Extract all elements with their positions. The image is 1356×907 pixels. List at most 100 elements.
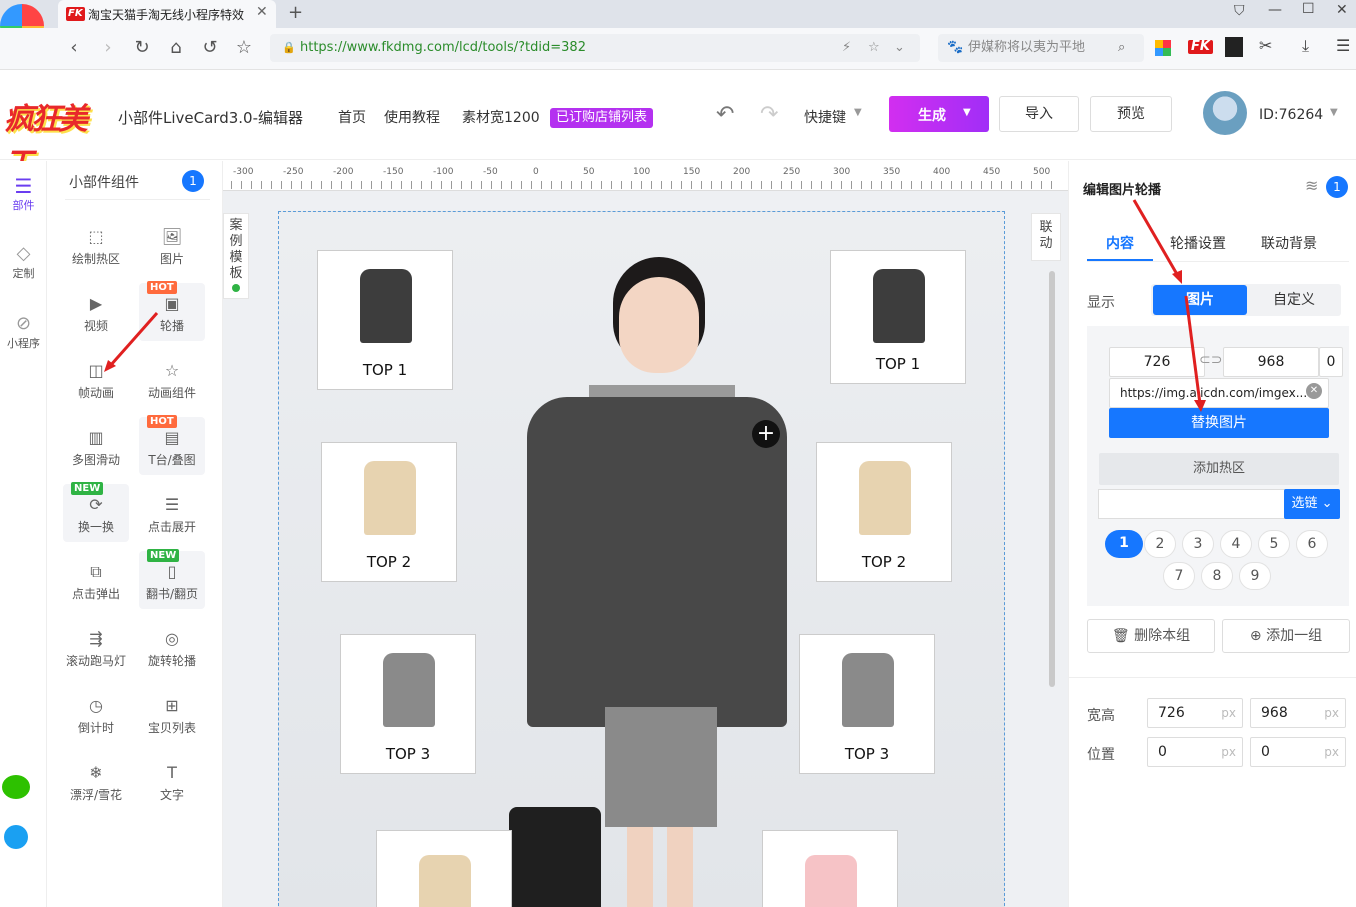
shirt-icon[interactable]: ⛉ — [1234, 3, 1245, 19]
reload-icon[interactable]: ↻ — [130, 36, 154, 60]
component-video[interactable]: ▶ 视频 — [63, 283, 129, 341]
position-y-input[interactable]: 0 px — [1250, 737, 1346, 767]
bookmark-icon[interactable]: ☆ — [232, 36, 256, 60]
shop-list-button[interactable]: 已订购店铺列表 — [550, 108, 654, 128]
product-card[interactable]: TOP 1 — [317, 250, 453, 390]
component-hotspot[interactable]: ⬚ 绘制热区 — [63, 216, 129, 274]
position-x-input[interactable]: 0 px — [1147, 737, 1243, 767]
product-card[interactable]: TOP 1 — [830, 250, 966, 384]
search-icon[interactable]: ⌕ — [1118, 34, 1125, 62]
group-page-button[interactable]: 4 — [1220, 530, 1252, 558]
browser-search-input[interactable]: 🐾 伊媒称将以夷为平地 ⌕ — [938, 34, 1144, 62]
avatar[interactable] — [1203, 91, 1247, 135]
flash-icon[interactable]: ⚡ — [842, 34, 851, 62]
add-hotspot-button[interactable]: 添加热区 — [1099, 453, 1339, 485]
shortcut-menu[interactable]: 快捷键 — [804, 107, 846, 127]
new-tab-icon[interactable]: + — [288, 2, 303, 23]
product-card[interactable]: TOP 3 — [340, 634, 476, 774]
case-template-tab[interactable]: 案 例 模 板 — [223, 213, 249, 299]
redo-action-icon[interactable]: ↷ — [760, 102, 778, 127]
component-expand[interactable]: ☰ 点击展开 — [139, 484, 205, 542]
scissors-icon[interactable]: ✂ — [1259, 36, 1272, 55]
size-width-input[interactable]: 726 px — [1147, 698, 1243, 728]
component-clock[interactable]: ◷ 倒计时 — [63, 685, 129, 743]
chevron-down-icon[interactable]: ⌄ — [894, 34, 905, 62]
group-page-button[interactable]: 1 — [1105, 530, 1143, 558]
rail-item-custom[interactable]: ◇ 定制 — [0, 243, 47, 281]
product-card[interactable] — [376, 830, 512, 907]
tab-linkage-background[interactable]: 联动背景 — [1261, 233, 1317, 253]
design-stage[interactable]: + TOP 1 TOP 1 TOP 2 TOP 2 TOP 3 TOP 3 — [278, 211, 1005, 907]
component-star[interactable]: ☆ 动画组件 — [139, 350, 205, 408]
rail-item-miniprogram[interactable]: ⊘ 小程序 — [0, 313, 47, 351]
display-custom-option[interactable]: 自定义 — [1247, 285, 1341, 315]
undo-action-icon[interactable]: ↶ — [716, 102, 734, 127]
product-card[interactable]: TOP 3 — [799, 634, 935, 774]
generate-button[interactable]: 生成 ▼ — [889, 96, 989, 132]
site-logo[interactable]: 疯狂美工 — [4, 92, 108, 181]
select-link-button[interactable]: 选链 ⌄ — [1284, 489, 1340, 519]
size-height-input[interactable]: 968 px — [1250, 698, 1346, 728]
component-image[interactable]: 🖼 图片 — [139, 216, 205, 274]
add-element-icon[interactable]: + — [752, 420, 780, 448]
browser-tab[interactable]: FK 淘宝天猫手淘无线小程序特效 ✕ — [58, 0, 276, 28]
back-icon[interactable]: ‹ — [62, 36, 86, 60]
component-grid[interactable]: ⊞ 宝贝列表 — [139, 685, 205, 743]
image-width-input[interactable]: 726 — [1109, 347, 1205, 377]
component-slide[interactable]: ▥ 多图滑动 — [63, 417, 129, 475]
download-icon[interactable]: ⤓ — [1302, 36, 1309, 56]
import-button[interactable]: 导入 — [999, 96, 1079, 132]
windows-icon[interactable] — [1155, 40, 1171, 56]
group-page-button[interactable]: 5 — [1258, 530, 1290, 558]
wechat-icon[interactable] — [2, 775, 30, 799]
component-gif[interactable]: ◫ 帧动画 — [63, 350, 129, 408]
product-card[interactable] — [762, 830, 898, 907]
component-refresh[interactable]: ⟳ 换一换 NEW — [63, 482, 129, 542]
user-chevron-icon[interactable]: ▼ — [1330, 107, 1338, 118]
undo-icon[interactable]: ↺ — [198, 36, 222, 60]
image-url-input[interactable]: https://img.alicdn.com/imgex... — [1109, 378, 1329, 408]
window-close-icon[interactable]: ✕ — [1336, 2, 1348, 18]
minimize-icon[interactable]: — — [1268, 2, 1282, 18]
group-page-button[interactable]: 7 — [1163, 562, 1195, 590]
preview-button[interactable]: 预览 — [1090, 96, 1172, 132]
menu-icon[interactable]: ☰ — [1336, 36, 1350, 55]
component-snowflake[interactable]: ❄ 漂浮/雪花 — [63, 752, 129, 810]
linkage-tab[interactable]: 联 动 — [1031, 213, 1061, 261]
image-extra-input[interactable]: 0 — [1319, 347, 1343, 377]
clear-url-icon[interactable]: ✕ — [1306, 383, 1322, 399]
component-popup[interactable]: ⧉ 点击弹出 — [63, 551, 129, 609]
layers-stack-icon[interactable]: ≋ — [1305, 176, 1318, 195]
qq-icon[interactable] — [4, 825, 28, 849]
home-icon[interactable]: ⌂ — [164, 36, 188, 60]
link-input[interactable] — [1098, 489, 1286, 519]
replace-image-button[interactable]: 替换图片 — [1109, 408, 1329, 438]
image-height-input[interactable]: 968 — [1223, 347, 1319, 377]
tab-carousel-settings[interactable]: 轮播设置 — [1170, 233, 1226, 253]
tab-content[interactable]: 内容 — [1106, 233, 1134, 253]
component-marquee[interactable]: ⇶ 滚动跑马灯 — [63, 618, 129, 676]
component-stack[interactable]: ▤ T台/叠图 HOT — [139, 415, 205, 475]
forward-icon[interactable]: › — [96, 36, 120, 60]
group-page-button[interactable]: 8 — [1201, 562, 1233, 590]
product-card[interactable]: TOP 2 — [816, 442, 952, 582]
maximize-icon[interactable]: ☐ — [1302, 1, 1315, 17]
component-carousel[interactable]: ▣ 轮播 HOT — [139, 281, 205, 341]
component-text[interactable]: T 文字 — [139, 752, 205, 810]
group-page-button[interactable]: 9 — [1239, 562, 1271, 590]
editor-canvas[interactable]: -300 -250 -200 -150 -100 -50 0 50 100 150 200 250 30… — [223, 161, 1068, 907]
nav-material-width[interactable]: 素材宽1200 — [462, 107, 540, 127]
url-input[interactable]: 🔒 https://www.fkdmg.com/lcd/tools/?tdid=… — [270, 34, 920, 62]
group-page-button[interactable]: 2 — [1144, 530, 1176, 558]
fk-ext-icon[interactable]: FK — [1188, 40, 1213, 54]
link-ratio-icon[interactable]: ⊂⊃ — [1199, 352, 1222, 368]
ext-icon[interactable] — [1225, 37, 1243, 57]
rail-item-parts[interactable]: ☰ 部件 — [0, 175, 47, 213]
vertical-scrollbar[interactable] — [1049, 271, 1055, 687]
nav-home[interactable]: 首页 — [338, 107, 366, 127]
component-book[interactable]: ▯ 翻书/翻页 NEW — [139, 549, 205, 609]
add-group-button[interactable]: ⊕ 添加一组 — [1222, 619, 1350, 653]
tab-close-icon[interactable]: ✕ — [256, 4, 268, 20]
group-page-button[interactable]: 6 — [1296, 530, 1328, 558]
product-card[interactable]: TOP 2 — [321, 442, 457, 582]
